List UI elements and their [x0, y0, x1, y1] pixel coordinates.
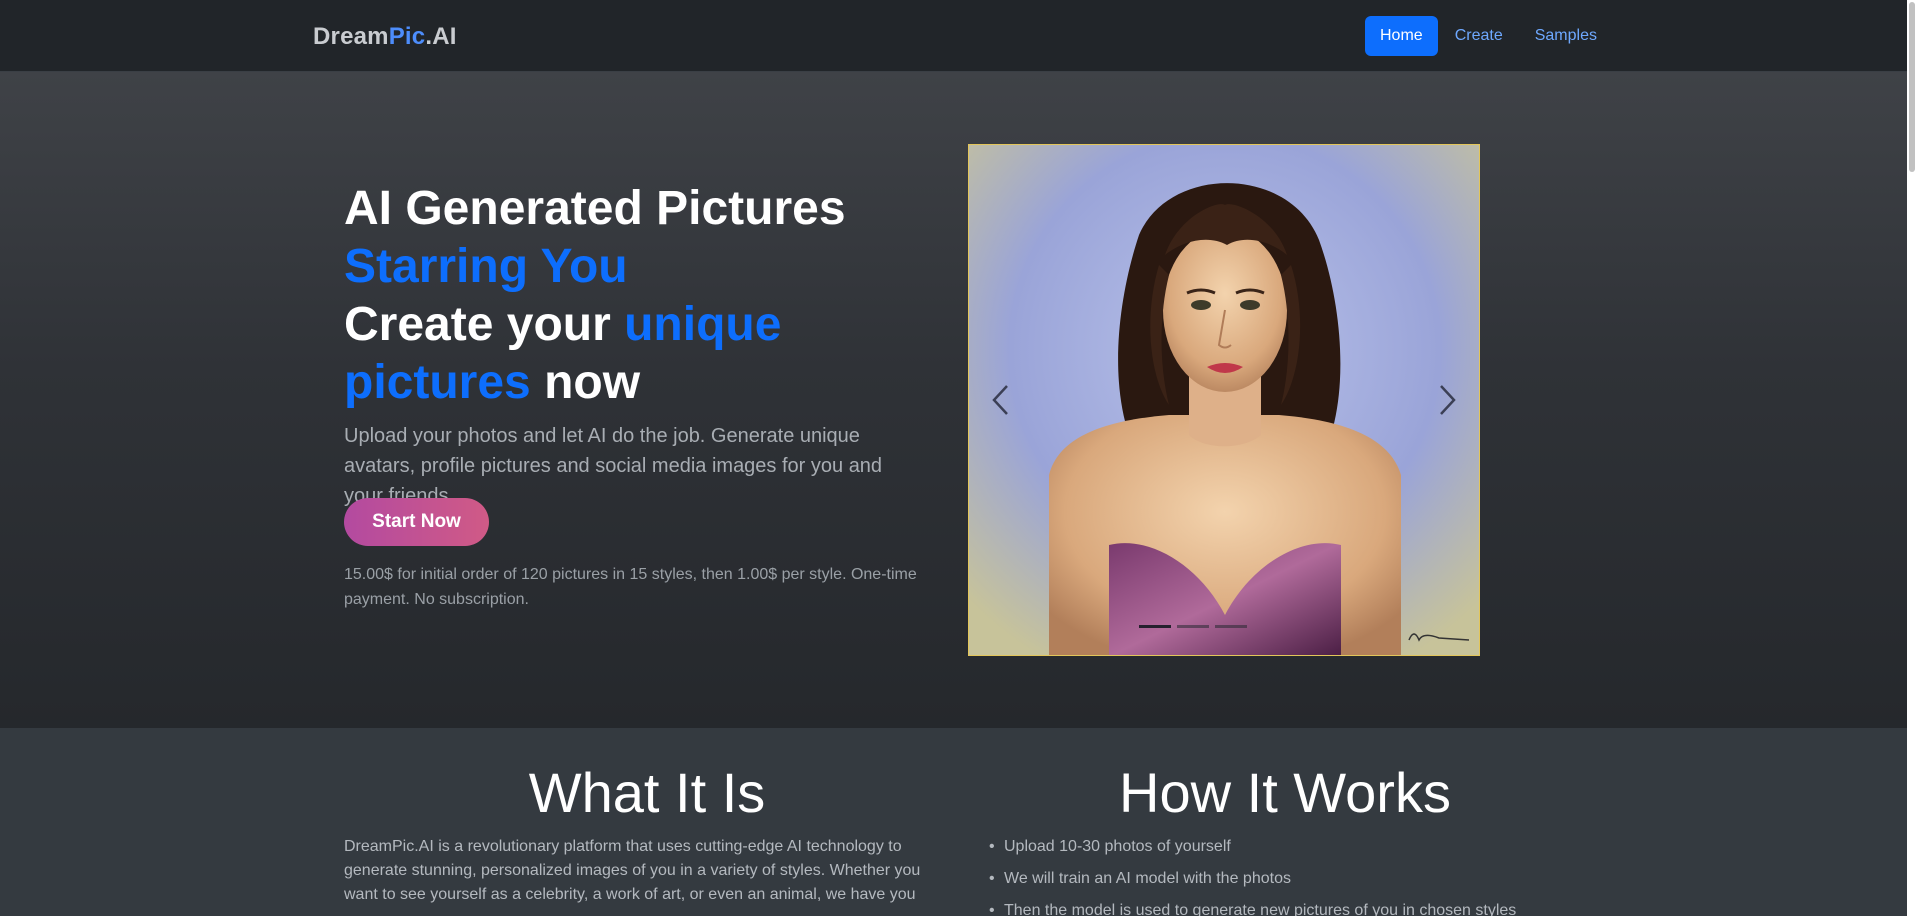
- what-it-is-title: What It Is: [528, 761, 766, 824]
- headline-create: Create your: [344, 298, 625, 351]
- image-carousel[interactable]: [968, 144, 1480, 656]
- how-step: Then the model is used to generate new p…: [989, 899, 1564, 916]
- how-step: We will train an AI model with the photo…: [989, 867, 1564, 891]
- how-it-works-title: How It Works: [1119, 761, 1451, 824]
- how-step: Upload 10-30 photos of yourself: [989, 835, 1564, 859]
- nav-link-create[interactable]: Create: [1439, 16, 1519, 56]
- carousel-indicators: [1139, 625, 1247, 628]
- page-scrollbar[interactable]: [1907, 0, 1917, 916]
- headline-unique: unique: [624, 298, 782, 351]
- carousel-indicator-2[interactable]: [1177, 625, 1209, 628]
- carousel-slide-image: [969, 145, 1479, 655]
- carousel-indicator-3[interactable]: [1215, 625, 1247, 628]
- chevron-right-icon: [1440, 385, 1456, 415]
- scrollbar-thumb[interactable]: [1909, 2, 1915, 172]
- hero-section: AI Generated Pictures Starring You Creat…: [0, 72, 1917, 728]
- carousel-next-button[interactable]: [1427, 375, 1467, 425]
- price-note: 15.00$ for initial order of 120 pictures…: [344, 566, 917, 608]
- brand-part-ai: .AI: [425, 23, 457, 50]
- nav-link-samples[interactable]: Samples: [1519, 16, 1613, 56]
- nav-links: Home Create Samples: [1365, 16, 1613, 56]
- carousel-prev-button[interactable]: [981, 375, 1021, 425]
- nav-link-home[interactable]: Home: [1365, 16, 1438, 56]
- how-it-works-list: Upload 10-30 photos of yourself We will …: [989, 835, 1564, 916]
- hero-headline: AI Generated Pictures Starring You Creat…: [344, 180, 904, 412]
- brand-part-pic: Pic: [388, 23, 426, 50]
- navbar: DreamPic.AI Home Create Samples: [0, 0, 1917, 72]
- start-now-button[interactable]: Start Now: [344, 498, 489, 546]
- headline-line-1: AI Generated Pictures: [344, 182, 846, 235]
- what-it-is-text: DreamPic.AI is a revolutionary platform …: [344, 838, 921, 903]
- brand-part-dream: Dream: [313, 23, 389, 50]
- headline-line-2: Starring You: [344, 240, 628, 293]
- chevron-left-icon: [992, 385, 1008, 415]
- carousel-indicator-1[interactable]: [1139, 625, 1171, 628]
- headline-now: now: [530, 356, 641, 409]
- headline-pictures: pictures: [344, 356, 531, 409]
- brand-logo[interactable]: DreamPic.AI: [313, 23, 457, 51]
- features-section: What It Is How It Works DreamPic.AI is a…: [0, 728, 1917, 916]
